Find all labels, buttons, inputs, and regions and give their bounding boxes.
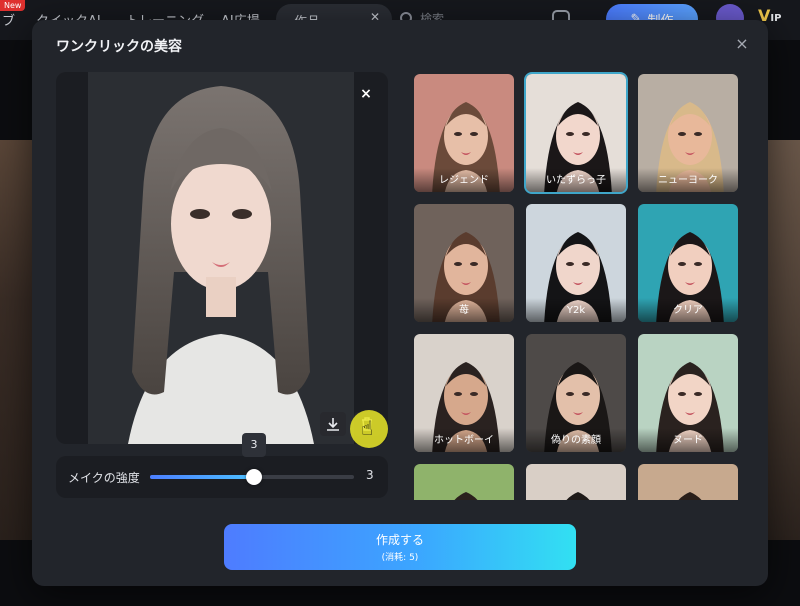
preview-panel: ×: [56, 72, 388, 444]
style-grid: レジェンド いたずらっ子 ニューヨーク苺 Y2k クリアホットボーイ 偽りの素顔 ヌード: [412, 72, 740, 500]
preview-photo: [88, 72, 354, 444]
style-card-label: ヌード: [638, 428, 738, 452]
create-button-cost: (消耗: 5): [381, 553, 419, 563]
style-card[interactable]: いたずらっ子: [524, 72, 628, 194]
download-icon: [327, 418, 339, 431]
download-button[interactable]: [320, 412, 346, 436]
style-card-label: 苺: [414, 298, 514, 322]
style-card[interactable]: [524, 462, 628, 500]
style-card[interactable]: 偽りの素顔: [524, 332, 628, 454]
slider-thumb[interactable]: [246, 469, 262, 485]
background-image-right: [765, 140, 800, 540]
style-thumbnail: [638, 464, 738, 500]
background-image-left: [0, 140, 36, 540]
style-card[interactable]: [412, 462, 516, 500]
vip-suffix: IP: [770, 13, 782, 24]
tab-partial[interactable]: ブ: [2, 10, 15, 29]
makeup-strength-slider[interactable]: 3: [150, 433, 354, 485]
makeup-strength-panel: メイクの強度 3 3: [56, 433, 388, 498]
beauty-modal: ワンクリックの美容 × × ☝ メイクの強度 3 3 レジェンド いたずらっ子 …: [32, 20, 768, 586]
style-card[interactable]: Y2k: [524, 202, 628, 324]
style-card[interactable]: ニューヨーク: [636, 72, 740, 194]
style-thumbnail: [414, 464, 514, 500]
style-thumbnail: [526, 464, 626, 500]
slider-tooltip: 3: [242, 433, 266, 457]
modal-title: ワンクリックの美容: [56, 39, 182, 55]
makeup-strength-label: メイクの強度: [68, 471, 140, 485]
style-card[interactable]: [636, 462, 740, 500]
style-card[interactable]: クリア: [636, 202, 740, 324]
style-card-label: 偽りの素顔: [526, 428, 626, 452]
style-card-label: ホットボーイ: [414, 428, 514, 452]
style-card-label: ニューヨーク: [638, 168, 738, 192]
hand-cursor-icon: ☝: [361, 416, 374, 440]
style-card-label: いたずらっ子: [526, 168, 626, 192]
style-card[interactable]: ヌード: [636, 332, 740, 454]
style-card[interactable]: レジェンド: [412, 72, 516, 194]
preview-close-icon[interactable]: ×: [356, 84, 376, 104]
create-button-label: 作成する: [375, 533, 424, 547]
style-card[interactable]: 苺: [412, 202, 516, 324]
slider-fill: [150, 475, 254, 479]
makeup-strength-value: 3: [366, 468, 374, 482]
style-card-label: クリア: [638, 298, 738, 322]
style-card-label: レジェンド: [414, 168, 514, 192]
close-icon[interactable]: ×: [732, 34, 752, 54]
style-card[interactable]: ホットボーイ: [412, 332, 516, 454]
style-card-label: Y2k: [526, 298, 626, 322]
create-button[interactable]: 作成する (消耗: 5): [224, 524, 576, 570]
